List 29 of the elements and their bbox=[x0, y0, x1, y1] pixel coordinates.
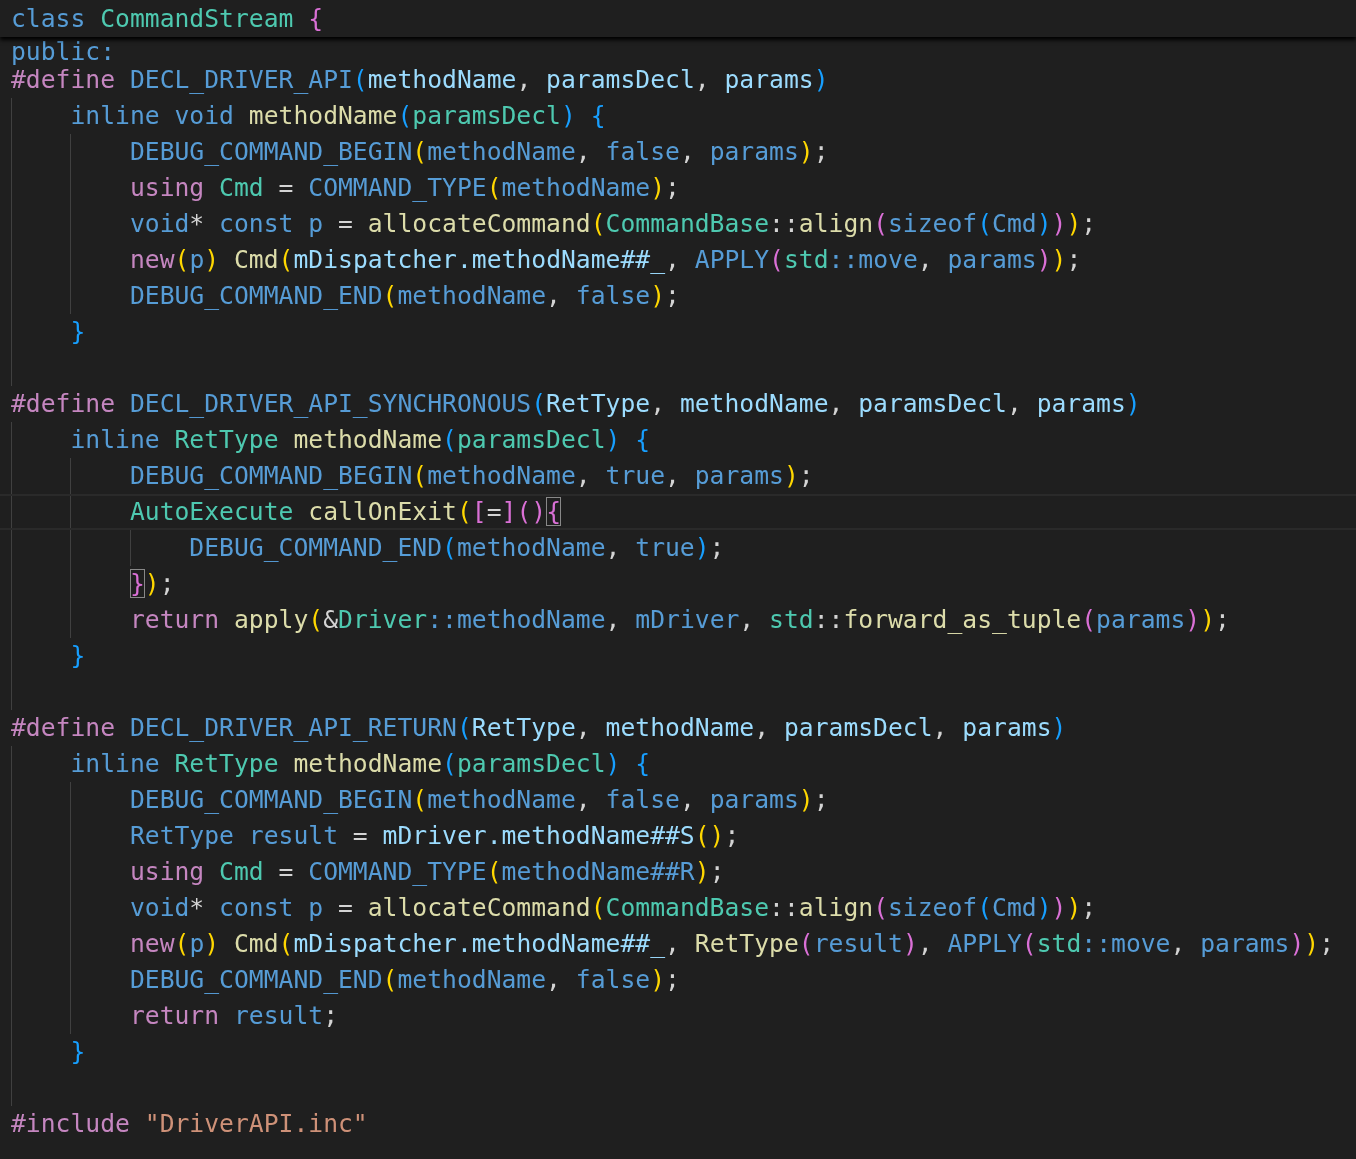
code-line: using Cmd = COMMAND_TYPE(methodName##R); bbox=[128, 856, 725, 888]
code-line: new(p) Cmd(mDispatcher.methodName##_, APPLY(std::move, params)); bbox=[128, 244, 1082, 276]
code-line: #define DECL_DRIVER_API_RETURN(RetType, methodName, paramsDecl, params) bbox=[11, 712, 1067, 744]
code-line: DEBUG_COMMAND_END(methodName, false); bbox=[128, 280, 680, 312]
code-line: using Cmd = COMMAND_TYPE(methodName); bbox=[128, 172, 680, 204]
code-line: } bbox=[69, 1036, 86, 1068]
code-line: return apply(&Driver::methodName, mDriver, std::forward_as_tuple(params)); bbox=[128, 604, 1230, 636]
code-line: DEBUG_COMMAND_BEGIN(methodName, false, params); bbox=[128, 136, 829, 168]
code-line: RetType result = mDriver.methodName##S(); bbox=[128, 820, 740, 852]
code-line: inline void methodName(paramsDecl) { bbox=[69, 100, 606, 132]
code-line: inline RetType methodName(paramsDecl) { bbox=[69, 748, 651, 780]
code-line: AutoExecute callOnExit([=](){ bbox=[128, 496, 562, 528]
code-line: } bbox=[69, 640, 86, 672]
code-line: DEBUG_COMMAND_END(methodName, false); bbox=[128, 964, 680, 996]
code-line: } bbox=[69, 316, 86, 348]
code-line: #include "DriverAPI.inc" bbox=[11, 1108, 368, 1140]
code-line: DEBUG_COMMAND_END(methodName, true); bbox=[188, 532, 725, 564]
code-line: void* const p = allocateCommand(CommandBase::align(sizeof(Cmd))); bbox=[128, 208, 1097, 240]
code-line: inline RetType methodName(paramsDecl) { bbox=[69, 424, 651, 456]
code-line: #define DECL_DRIVER_API(methodName, paramsDecl, params) bbox=[11, 65, 829, 96]
code-line: void* const p = allocateCommand(CommandBase::align(sizeof(Cmd))); bbox=[128, 892, 1097, 924]
code-line: DEBUG_COMMAND_BEGIN(methodName, false, params); bbox=[128, 784, 829, 816]
code-line: class CommandStream { bbox=[11, 3, 324, 35]
code-line: new(p) Cmd(mDispatcher.methodName##_, RetType(result), APPLY(std::move, params)); bbox=[128, 928, 1335, 960]
code-line: #define DECL_DRIVER_API_SYNCHRONOUS(RetType, methodName, paramsDecl, params) bbox=[11, 388, 1141, 420]
code-line: DEBUG_COMMAND_BEGIN(methodName, true, params); bbox=[128, 460, 814, 492]
code-line: return result; bbox=[128, 1000, 338, 1032]
code-line: public: bbox=[11, 39, 116, 64]
code-line: }); bbox=[129, 568, 175, 600]
